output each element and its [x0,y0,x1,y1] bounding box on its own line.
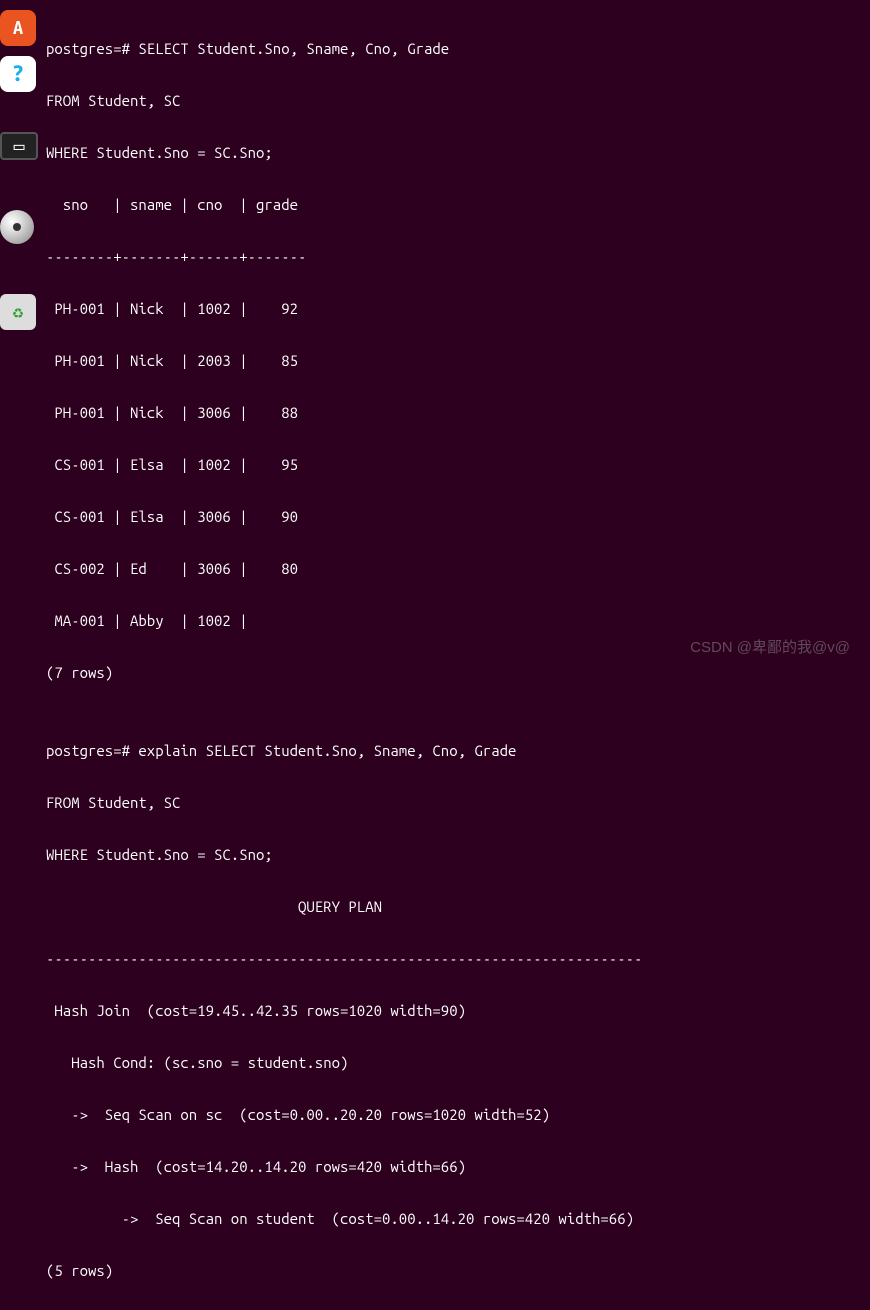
terminal-line: (7 rows) [46,660,870,686]
terminal-line: PH-001 | Nick | 1002 | 92 [46,296,870,322]
terminal-line: --------+-------+------+------- [46,244,870,270]
terminal-line: CS-001 | Elsa | 3006 | 90 [46,504,870,530]
terminal-line: (5 rows) [46,1258,870,1284]
terminal-line: sno | sname | cno | grade [46,192,870,218]
terminal-line: WHERE Student.Sno = SC.Sno; [46,140,870,166]
terminal-line: FROM Student, SC [46,88,870,114]
terminal-line: -> Seq Scan on sc (cost=0.00..20.20 rows… [46,1102,870,1128]
terminal-line: CS-002 | Ed | 3006 | 80 [46,556,870,582]
terminal-line: ----------------------------------------… [46,946,870,972]
terminal-line: PH-001 | Nick | 3006 | 88 [46,400,870,426]
terminal-line: Hash Cond: (sc.sno = student.sno) [46,1050,870,1076]
watermark: CSDN @卑鄙的我@v@ [690,635,850,661]
workspace-switcher-icon[interactable]: ▭ [0,132,38,160]
terminal-line: QUERY PLAN [46,894,870,920]
terminal-line: WHERE Student.Sno = SC.Sno; [46,842,870,868]
terminal-line: FROM Student, SC [46,790,870,816]
terminal-line: CS-001 | Elsa | 1002 | 95 [46,452,870,478]
terminal-line: postgres=# SELECT Student.Sno, Sname, Cn… [46,36,870,62]
terminal-line: postgres=# explain SELECT Student.Sno, S… [46,738,870,764]
terminal-line: -> Hash (cost=14.20..14.20 rows=420 widt… [46,1154,870,1180]
trash-icon[interactable]: ♻ [0,294,36,330]
terminal-line: PH-001 | Nick | 2003 | 85 [46,348,870,374]
help-icon[interactable]: ? [0,56,36,92]
terminal-output[interactable]: postgres=# SELECT Student.Sno, Sname, Cn… [46,10,870,676]
terminal-line: Hash Join (cost=19.45..42.35 rows=1020 w… [46,998,870,1024]
disc-icon[interactable] [0,210,34,244]
terminal-line: MA-001 | Abby | 1002 | [46,608,870,634]
terminal-line: -> Seq Scan on student (cost=0.00..14.20… [46,1206,870,1232]
launcher: A ? ▭ ♻ [0,0,38,676]
ubuntu-software-icon[interactable]: A [0,10,36,46]
